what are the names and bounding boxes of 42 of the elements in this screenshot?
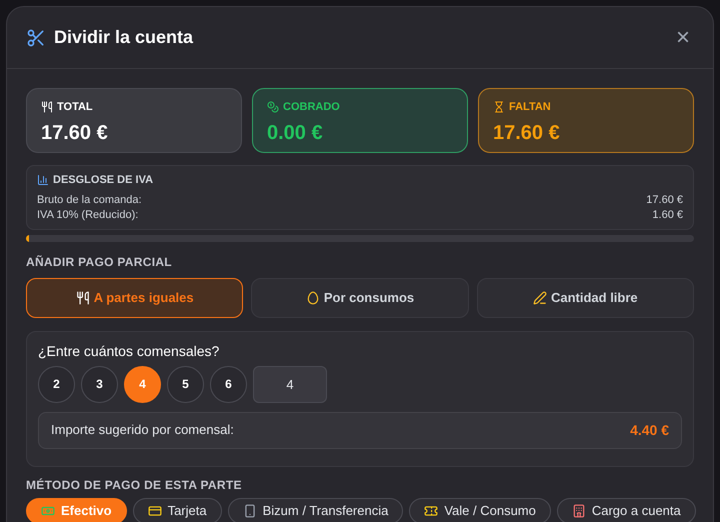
diner-count-button[interactable]: 6 [210, 366, 247, 402]
stat-value: 0.00 € [267, 120, 324, 146]
hourglass-icon [493, 101, 505, 114]
mode-tab[interactable]: Cantidad libre [476, 278, 694, 318]
stat-value: 17.60 € [493, 120, 561, 146]
vat-title: DESGLOSE DE IVA [53, 173, 154, 188]
pen-icon [532, 290, 547, 304]
vat-label: IVA 10% (Reducido): [37, 208, 138, 222]
stat-label: FALTAN [509, 100, 551, 115]
credit-card-icon [148, 504, 162, 518]
diner-count-button[interactable]: 5 [167, 366, 204, 402]
stat-value: 17.60 € [41, 120, 109, 146]
diner-count-button[interactable]: 2 [38, 366, 75, 402]
stat-label: COBRADO [283, 100, 340, 115]
payment-method-button[interactable]: Bizum / Transferencia [228, 498, 404, 522]
utensils-icon [41, 101, 53, 114]
utensils-icon [76, 290, 90, 304]
bar-chart-icon [37, 174, 49, 186]
payment-method-button[interactable]: Cargo a cuenta [556, 498, 696, 522]
close-button[interactable]: × [672, 26, 694, 50]
payment-method-button[interactable]: Vale / Consumo [409, 498, 551, 522]
scissors-icon [26, 28, 46, 48]
hotel-icon [572, 504, 586, 518]
mode-tab[interactable]: Por consumos [251, 278, 469, 318]
section-title: MÉTODO DE PAGO DE ESTA PARTE [26, 476, 243, 494]
diner-count-input[interactable]: 4 [253, 366, 327, 402]
vat-value: 17.60 € [646, 192, 683, 208]
section-title: AÑADIR PAGO PARCIAL [26, 254, 173, 270]
vat-value: 1.60 € [652, 208, 683, 222]
suggested-value: 4.40 € [630, 420, 669, 440]
diners-question: ¿Entre cuántos comensales? [38, 342, 220, 360]
coins-icon [267, 101, 279, 114]
payment-method-button[interactable]: Tarjeta [132, 498, 222, 522]
suggested-label: Importe sugerido por comensal: [51, 421, 234, 440]
mode-tab[interactable]: A partes iguales [26, 278, 244, 318]
diner-count-button[interactable]: 3 [81, 366, 118, 402]
vat-label: Bruto de la comanda: [37, 192, 142, 208]
stat-label: TOTAL [57, 100, 93, 115]
ticket-icon [424, 504, 438, 518]
egg-icon [306, 290, 320, 304]
smartphone-icon [242, 504, 257, 518]
modal-title: Dividir la cuenta [54, 26, 194, 49]
